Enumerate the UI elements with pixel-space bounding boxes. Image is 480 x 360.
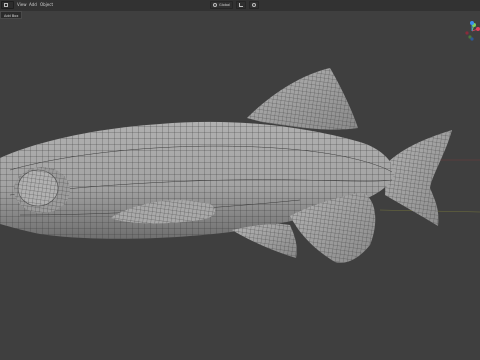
active-tool-label[interactable]: Add Box (0, 11, 23, 19)
proportional-edit-toggle[interactable] (249, 1, 260, 9)
object-mode-dropdown[interactable] (1, 1, 14, 9)
snap-icon (239, 3, 244, 7)
tail-fin (385, 130, 452, 226)
transform-global-icon (213, 3, 217, 7)
snap-toggle[interactable] (236, 1, 247, 9)
fish-eye (14, 167, 70, 213)
transform-orientation-dropdown[interactable]: Global (210, 1, 234, 9)
fish-mesh[interactable] (0, 0, 480, 360)
3d-viewport[interactable]: View Add Object Add Box Global (0, 0, 480, 360)
menu-object[interactable]: Object (38, 1, 55, 9)
proportional-icon (252, 3, 257, 7)
dorsal-fin (247, 68, 358, 130)
object-mode-icon (4, 3, 8, 7)
navigation-gizmo-icon[interactable] (464, 20, 480, 42)
transform-orientation-label: Global (219, 3, 231, 7)
viewport-center-tools: Global (210, 1, 260, 9)
menu-add[interactable]: Add (27, 1, 39, 9)
pelvic-fin (232, 223, 297, 258)
